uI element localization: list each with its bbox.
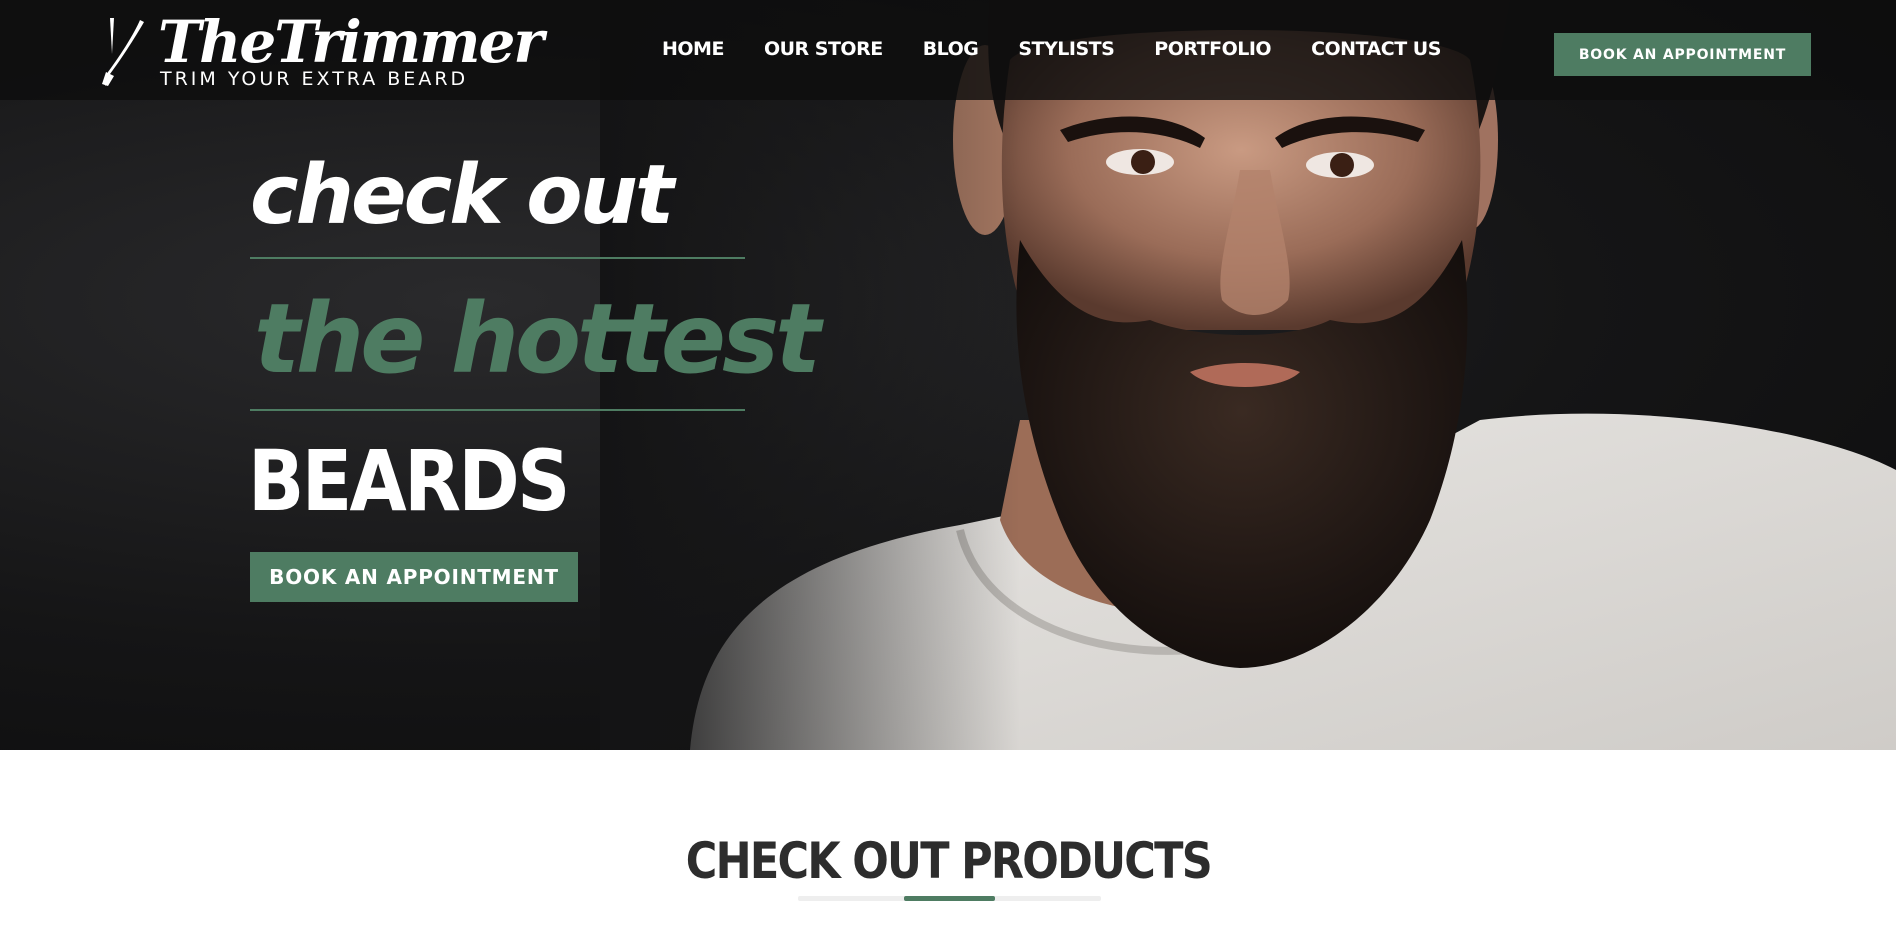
hero-divider-bottom: [250, 409, 745, 411]
hero-section: check out the hottest BEARDS BOOK AN APP…: [0, 0, 1896, 750]
header-book-appointment-button[interactable]: BOOK AN APPOINTMENT: [1554, 33, 1811, 76]
products-title-text: CHECK OUT PRODUCTS: [685, 832, 1212, 890]
title-underline-accent: [904, 896, 995, 901]
nav-item-contact-us[interactable]: CONTACT US: [1311, 38, 1441, 66]
nav-item-our-store[interactable]: OUR STORE: [764, 38, 883, 66]
nav-item-stylists[interactable]: STYLISTS: [1018, 38, 1114, 66]
hero-divider-top: [250, 257, 745, 259]
hero-headline-line3: BEARDS: [248, 432, 570, 530]
products-section-title: CHECK OUT PRODUCTS: [0, 832, 1896, 890]
hero-headline-line1: check out: [250, 148, 674, 243]
nav-item-blog[interactable]: BLOG: [923, 38, 979, 66]
top-navbar: TheTrimmer TRIM YOUR EXTRA BEARD HOME OU…: [0, 0, 1896, 100]
brand-name: TheTrimmer: [158, 8, 544, 76]
site-logo[interactable]: TheTrimmer TRIM YOUR EXTRA BEARD: [100, 8, 544, 92]
straight-razor-icon: [102, 18, 144, 86]
nav-item-portfolio[interactable]: PORTFOLIO: [1154, 38, 1271, 66]
hero-book-appointment-button[interactable]: BOOK AN APPOINTMENT: [250, 552, 578, 602]
hero-headline-line2: the hottest: [254, 283, 821, 395]
brand-tagline: TRIM YOUR EXTRA BEARD: [160, 68, 469, 90]
main-nav: HOME OUR STORE BLOG STYLISTS PORTFOLIO C…: [662, 38, 1441, 66]
nav-item-home[interactable]: HOME: [662, 38, 724, 66]
